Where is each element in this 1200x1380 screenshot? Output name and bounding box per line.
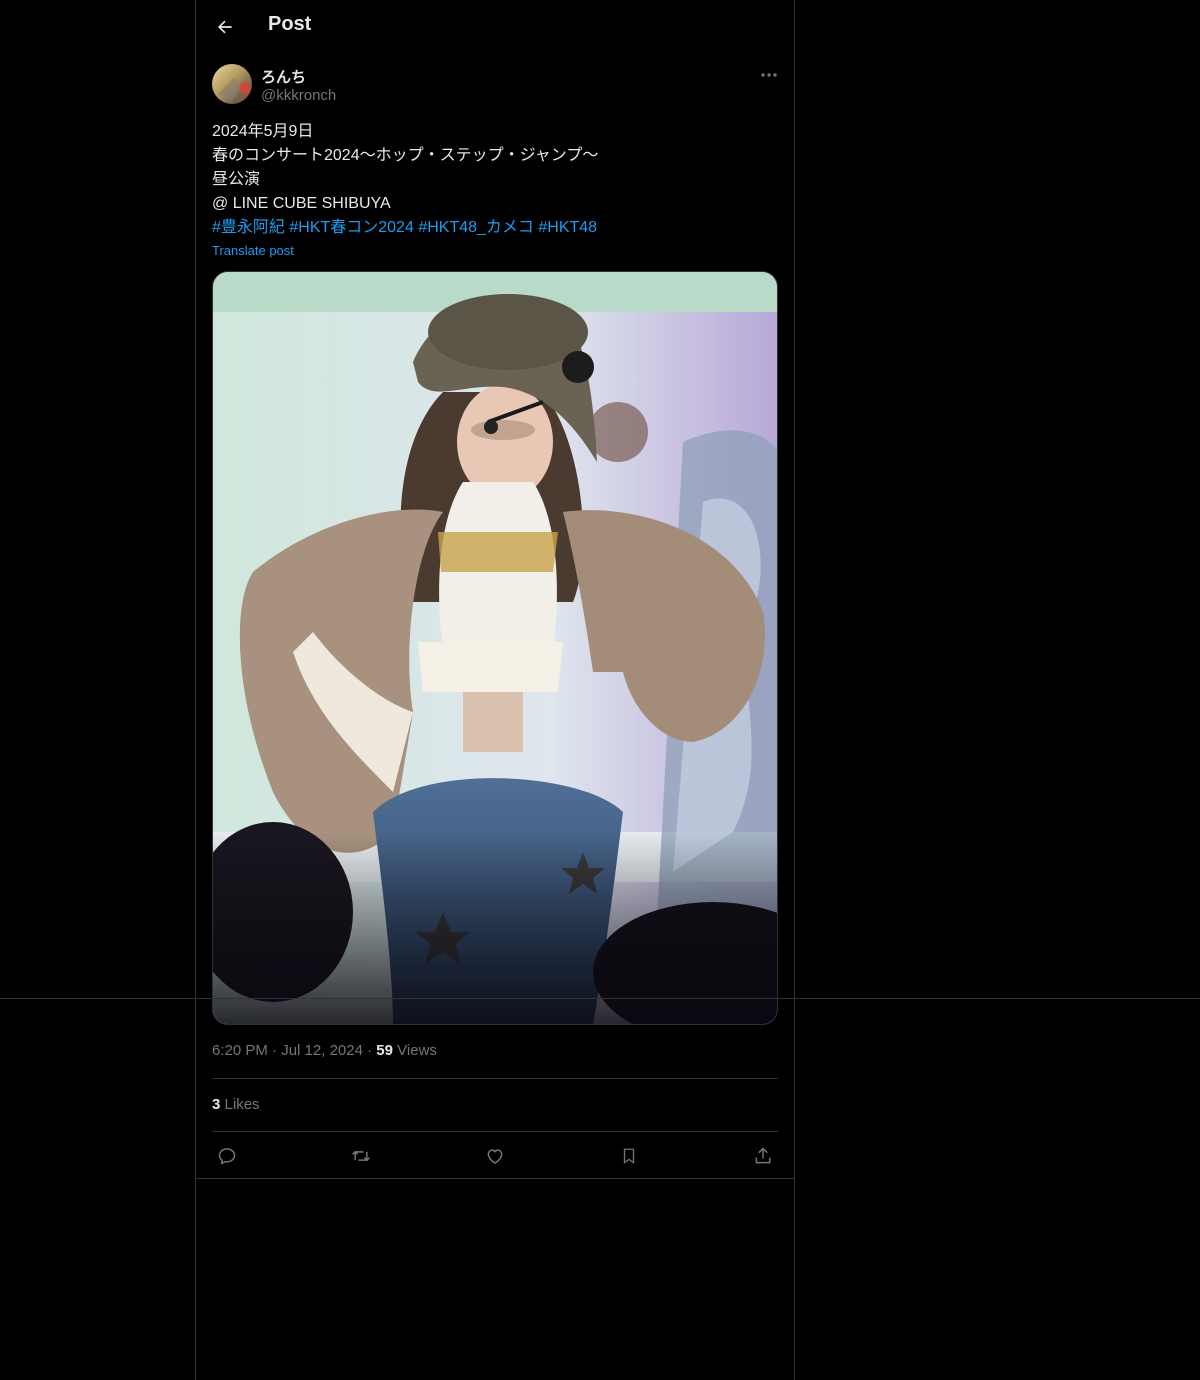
reply-icon: [218, 1148, 236, 1165]
meta-separator: ·: [272, 1042, 278, 1059]
photo-image: [213, 272, 777, 1024]
post-text: 2024年5月9日 春のコンサート2024〜ホップ・ステップ・ジャンプ〜 昼公演…: [212, 120, 772, 240]
likes-count: 3: [212, 1096, 221, 1113]
hashtag-link[interactable]: #HKT48_カメコ: [418, 219, 534, 236]
like-button[interactable]: [480, 1141, 510, 1171]
translate-post-link[interactable]: Translate post: [212, 243, 294, 258]
post-time[interactable]: 6:20 PM: [212, 1042, 268, 1059]
repost-button[interactable]: [346, 1141, 376, 1171]
likes-stat[interactable]: 3 Likes: [212, 1096, 260, 1113]
hashtag-link[interactable]: #豊永阿紀: [212, 219, 285, 236]
bookmark-icon: [623, 1148, 635, 1164]
bookmark-button[interactable]: [614, 1141, 644, 1171]
viewport-fold-line: [0, 998, 1200, 999]
post-photo[interactable]: [212, 271, 778, 1025]
page-header: Post: [196, 0, 794, 53]
reply-button[interactable]: [212, 1141, 242, 1171]
post-line: 昼公演: [212, 171, 261, 188]
arrow-left-icon: [218, 20, 232, 34]
main-column: Post ろんち @kkkronch 2024年5月9日 春のコンサート2024…: [195, 0, 795, 1380]
avatar-image: [212, 64, 252, 104]
meta-separator: ·: [367, 1042, 373, 1059]
more-options-button[interactable]: [756, 65, 782, 85]
heart-icon: [487, 1149, 503, 1164]
views-count: 59: [376, 1042, 393, 1059]
hashtag-link[interactable]: #HKT48: [538, 219, 597, 236]
divider: [196, 1178, 794, 1179]
hashtag-link[interactable]: #HKT春コン2024: [289, 219, 414, 236]
divider: [212, 1131, 778, 1132]
post-line: 春のコンサート2024〜ホップ・ステップ・ジャンプ〜: [212, 147, 599, 164]
author-display-name[interactable]: ろんち: [261, 66, 306, 87]
hashtag-list: #豊永阿紀 #HKT春コン2024 #HKT48_カメコ #HKT48: [212, 216, 772, 240]
share-button[interactable]: [748, 1141, 778, 1171]
post-line: @ LINE CUBE SHIBUYA: [212, 195, 391, 212]
share-icon: [755, 1147, 771, 1164]
more-horizontal-icon: [761, 73, 777, 77]
post-meta: 6:20 PM · Jul 12, 2024 · 59 Views: [212, 1042, 437, 1059]
post-date[interactable]: Jul 12, 2024: [281, 1042, 363, 1059]
likes-label: Likes: [224, 1096, 260, 1113]
page-title: Post: [268, 13, 312, 35]
avatar[interactable]: [212, 64, 252, 104]
divider: [212, 1078, 778, 1079]
views-label: Views: [397, 1042, 437, 1059]
post-line: 2024年5月9日: [212, 123, 314, 140]
back-button[interactable]: [208, 10, 242, 44]
author-handle[interactable]: @kkkronch: [261, 87, 336, 104]
repost-icon: [352, 1150, 370, 1162]
